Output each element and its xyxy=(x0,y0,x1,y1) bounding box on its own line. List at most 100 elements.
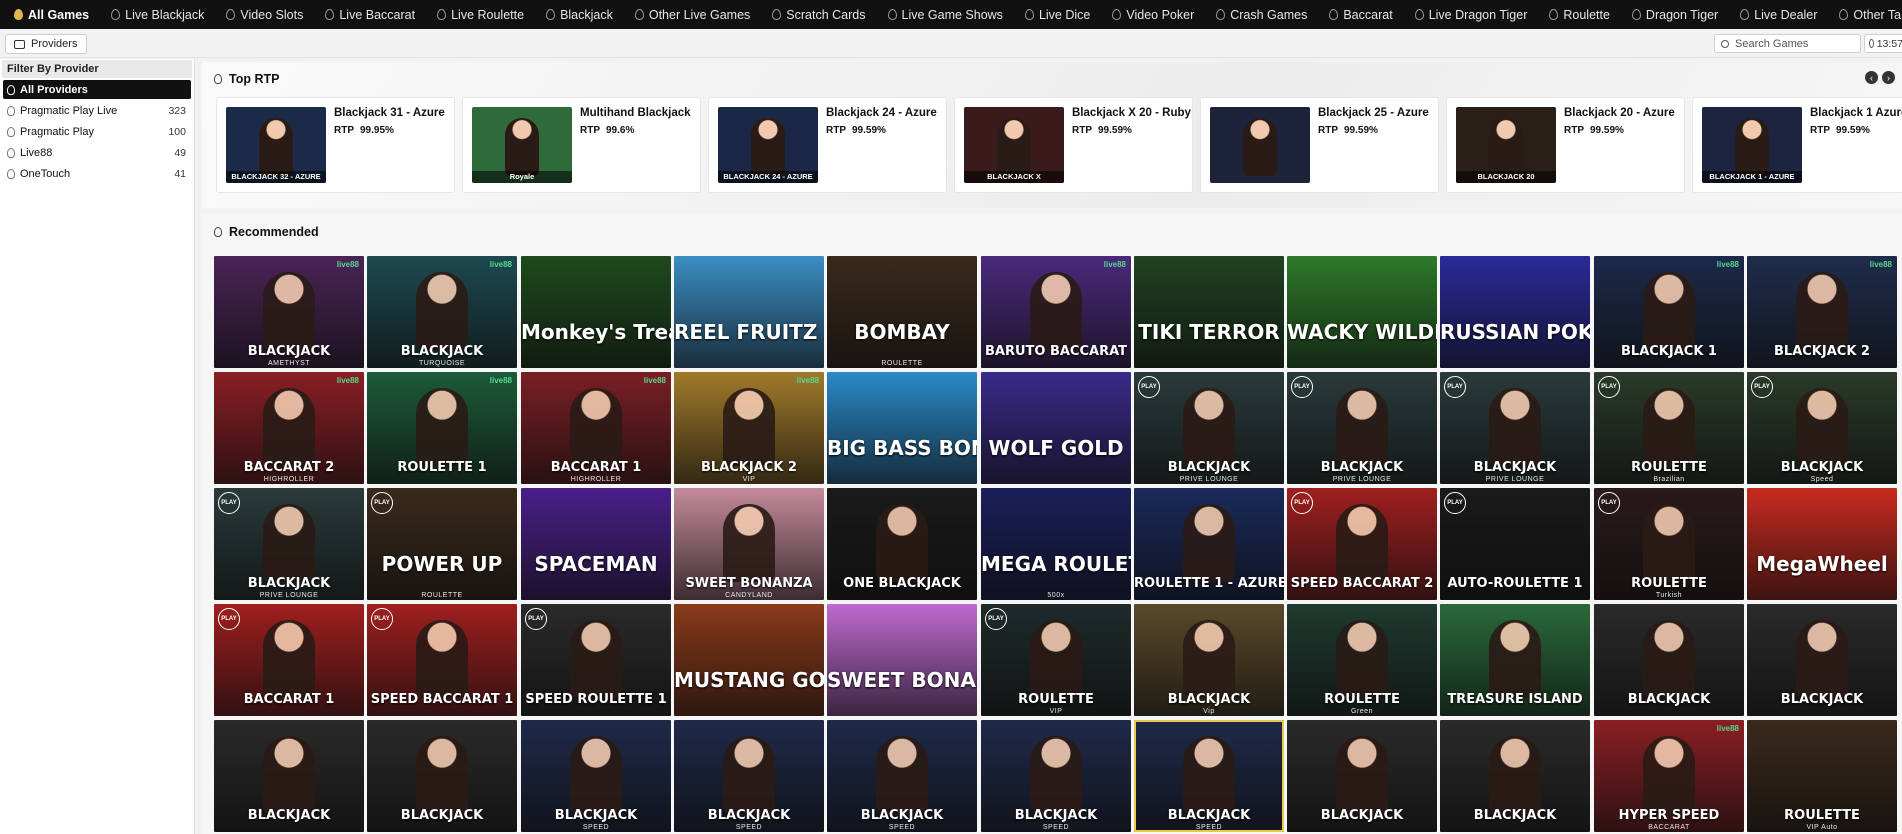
prev-arrow-icon[interactable]: ‹ xyxy=(1865,71,1878,84)
game-tile[interactable]: PLAY POWER UP ROULETTE xyxy=(367,488,517,600)
game-tile[interactable]: SWEET BONANZA CANDYLAND xyxy=(674,488,824,600)
category-tab[interactable]: Live Dice xyxy=(1024,8,1090,22)
top-rtp-card[interactable]: BLACKJACK X Blackjack X 20 - Ruby RTP 99.59… xyxy=(954,97,1193,193)
provider-item[interactable]: OneTouch 41 xyxy=(3,164,191,183)
top-rtp-card[interactable]: Blackjack 25 - Azure RTP 99.59% xyxy=(1200,97,1439,193)
providers-button[interactable]: Providers xyxy=(5,34,88,54)
game-tile[interactable]: PLAY ROULETTE Turkish xyxy=(1594,488,1744,600)
game-tile[interactable]: live88 HYPER SPEED BACCARAT xyxy=(1594,720,1744,832)
category-tab[interactable]: Video Slots xyxy=(226,8,303,22)
game-tile[interactable]: TIKI TERROR xyxy=(1134,256,1284,368)
top-rtp-card[interactable]: BLACKJACK 20 Blackjack 20 - Azure RTP 99.59… xyxy=(1446,97,1685,193)
game-tile[interactable]: MUSTANG GOLD xyxy=(674,604,824,716)
game-tile[interactable]: TREASURE ISLAND xyxy=(1440,604,1590,716)
game-tile[interactable]: live88 BLACKJACK 2 xyxy=(1747,256,1897,368)
provider-item[interactable]: Pragmatic Play 100 xyxy=(3,122,191,141)
game-tile[interactable]: WOLF GOLD xyxy=(981,372,1131,484)
game-tile[interactable]: PLAY ROULETTE VIP xyxy=(981,604,1131,716)
game-tile[interactable]: BLACKJACK SPEED xyxy=(1134,720,1284,832)
game-tile[interactable]: PLAY BLACKJACK PRIVE LOUNGE xyxy=(1134,372,1284,484)
category-tab[interactable]: Live Roulette xyxy=(437,8,524,22)
game-tile[interactable]: live88 BACCARAT 2 HIGHROLLER xyxy=(214,372,364,484)
game-tile[interactable]: RUSSIAN POKER xyxy=(1440,256,1590,368)
category-tab[interactable]: Other Live Games xyxy=(634,8,750,22)
game-tile[interactable]: BLACKJACK xyxy=(1440,720,1590,832)
game-thumbnail: Royale xyxy=(472,107,572,183)
game-tile[interactable]: BLACKJACK SPEED xyxy=(981,720,1131,832)
category-tab[interactable]: Other Table Games xyxy=(1839,8,1902,22)
game-tile[interactable]: ROULETTE Green xyxy=(1287,604,1437,716)
game-title: BLACKJACK xyxy=(1780,692,1864,707)
game-tile[interactable]: PLAY BACCARAT 1 xyxy=(214,604,364,716)
game-subtitle: HIGHROLLER xyxy=(570,476,622,483)
game-tile[interactable]: BLACKJACK xyxy=(367,720,517,832)
game-tile[interactable]: PLAY BLACKJACK Speed xyxy=(1747,372,1897,484)
game-tile[interactable]: PLAY SPEED BACCARAT 1 xyxy=(367,604,517,716)
game-tile[interactable]: BIG BASS BONANZA xyxy=(827,372,977,484)
category-tab[interactable]: Live Blackjack xyxy=(111,8,204,22)
top-rtp-card[interactable]: BLACKJACK 1 - AZURE Blackjack 1 Azure RTP 9… xyxy=(1692,97,1902,193)
category-tab[interactable]: Live Dealer xyxy=(1740,8,1817,22)
game-tile[interactable]: BLACKJACK SPEED xyxy=(827,720,977,832)
category-tab[interactable]: Roulette xyxy=(1549,8,1610,22)
category-label: Live Blackjack xyxy=(125,7,205,22)
game-tile[interactable]: WACKY WILDLIFE xyxy=(1287,256,1437,368)
next-arrow-icon[interactable]: › xyxy=(1882,71,1895,84)
game-tile[interactable]: BOMBAY ROULETTE xyxy=(827,256,977,368)
game-tile[interactable]: REEL FRUITZ FRENZY! xyxy=(674,256,824,368)
category-tab[interactable]: Live Baccarat xyxy=(325,8,415,22)
game-tile[interactable]: PLAY SPEED ROULETTE 1 xyxy=(521,604,671,716)
top-rtp-card[interactable]: BLACKJACK 32 - AZURE Blackjack 31 - Azure… xyxy=(216,97,455,193)
game-tile[interactable]: MEGA ROULETTE 500x xyxy=(981,488,1131,600)
game-tile[interactable]: MegaWheel xyxy=(1747,488,1897,600)
category-tab[interactable]: Video Poker xyxy=(1112,8,1194,22)
game-tile[interactable]: BLACKJACK xyxy=(1287,720,1437,832)
game-tile[interactable]: live88 ROULETTE 1 xyxy=(367,372,517,484)
game-tile[interactable]: BLACKJACK SPEED xyxy=(674,720,824,832)
rtp-value: RTP 99.59% xyxy=(1810,125,1870,136)
game-tile[interactable]: PLAY BLACKJACK PRIVE LOUNGE xyxy=(214,488,364,600)
dealer-figure xyxy=(570,387,622,466)
game-title: SPACEMAN xyxy=(534,552,658,576)
game-tile[interactable]: SWEET BONANZA DICE xyxy=(827,604,977,716)
game-tile[interactable]: BLACKJACK Vip xyxy=(1134,604,1284,716)
category-tab[interactable]: Live Dragon Tiger xyxy=(1414,8,1527,22)
game-title: BOMBAY xyxy=(854,320,950,344)
category-tab[interactable]: Blackjack xyxy=(546,8,613,22)
game-tile[interactable]: live88 BACCARAT 1 HIGHROLLER xyxy=(521,372,671,484)
game-tile[interactable]: live88 BLACKJACK 1 xyxy=(1594,256,1744,368)
top-rtp-card[interactable]: Royale Multihand Blackjack RTP 99.6% xyxy=(462,97,701,193)
category-tab[interactable]: Crash Games xyxy=(1216,8,1307,22)
game-tile[interactable]: PLAY BLACKJACK PRIVE LOUNGE xyxy=(1440,372,1590,484)
game-tile[interactable]: live88 BARUTO BACCARAT xyxy=(981,256,1131,368)
game-title: ROULETTE 1 xyxy=(397,460,487,475)
game-tile[interactable]: ROULETTE 1 - AZURE xyxy=(1134,488,1284,600)
game-tile[interactable]: PLAY BLACKJACK PRIVE LOUNGE xyxy=(1287,372,1437,484)
category-tab[interactable]: Live Game Shows xyxy=(887,8,1003,22)
game-tile[interactable]: PLAY AUTO-ROULETTE 1 xyxy=(1440,488,1590,600)
game-tile[interactable]: BLACKJACK xyxy=(1594,604,1744,716)
provider-item[interactable]: Pragmatic Play Live 323 xyxy=(3,101,191,120)
search-input[interactable] xyxy=(1735,37,1855,50)
game-tile[interactable]: live88 BLACKJACK 2 VIP xyxy=(674,372,824,484)
game-tile[interactable]: SPACEMAN xyxy=(521,488,671,600)
category-tab[interactable]: Scratch Cards xyxy=(772,8,866,22)
game-tile[interactable]: ROULETTE VIP Auto xyxy=(1747,720,1897,832)
game-tile[interactable]: ONE BLACKJACK xyxy=(827,488,977,600)
game-tile[interactable]: BLACKJACK SPEED xyxy=(521,720,671,832)
provider-item[interactable]: All Providers xyxy=(3,80,191,99)
game-tile[interactable]: BLACKJACK xyxy=(214,720,364,832)
category-tab[interactable]: Baccarat xyxy=(1329,8,1393,22)
game-tile[interactable]: PLAY SPEED BACCARAT 2 xyxy=(1287,488,1437,600)
game-tile[interactable]: BLACKJACK xyxy=(1747,604,1897,716)
game-tile[interactable]: PLAY ROULETTE Brazilian xyxy=(1594,372,1744,484)
category-tab[interactable]: All Games xyxy=(14,8,89,22)
search-box[interactable] xyxy=(1714,34,1861,53)
game-tile[interactable]: Monkey's Treasure xyxy=(521,256,671,368)
game-tile[interactable]: live88 BLACKJACK AMETHYST xyxy=(214,256,364,368)
spade-icon xyxy=(7,106,15,116)
top-rtp-card[interactable]: BLACKJACK 24 - AZURE Blackjack 24 - Azure… xyxy=(708,97,947,193)
provider-item[interactable]: Live88 49 xyxy=(3,143,191,162)
game-tile[interactable]: live88 BLACKJACK TURQUOISE xyxy=(367,256,517,368)
category-tab[interactable]: Dragon Tiger xyxy=(1631,8,1718,22)
